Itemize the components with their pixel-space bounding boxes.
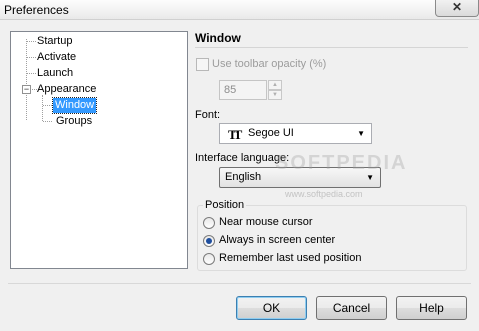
- tree-connector: [43, 105, 52, 106]
- font-select[interactable]: TT Segoe UI ▼: [219, 123, 372, 144]
- tree-item-startup[interactable]: Startup: [37, 34, 72, 49]
- radio-screen-center-label[interactable]: Always in screen center: [219, 234, 335, 246]
- toolbar-opacity-checkbox[interactable]: [196, 58, 209, 71]
- tree-item-appearance[interactable]: Appearance: [37, 82, 96, 97]
- close-icon: ✕: [451, 0, 463, 14]
- language-select-value: English: [225, 171, 262, 183]
- tree-item-groups[interactable]: Groups: [56, 114, 92, 129]
- tree-connector: [27, 57, 36, 58]
- cancel-button[interactable]: Cancel: [316, 296, 387, 320]
- tree-connector: [42, 95, 43, 121]
- tree-connector: [26, 39, 27, 120]
- ok-button[interactable]: OK: [236, 296, 307, 320]
- tree-item-window[interactable]: Window: [51, 97, 98, 114]
- minus-glyph: −: [23, 84, 30, 94]
- radio-remember-position[interactable]: [203, 253, 215, 265]
- font-icon: TT: [228, 127, 242, 142]
- spin-down-button[interactable]: ▼: [268, 90, 282, 100]
- collapse-icon[interactable]: −: [22, 85, 31, 94]
- chevron-up-icon: ▲: [272, 82, 278, 88]
- watermark-text: SOFTPEDIA: [275, 152, 408, 174]
- radio-remember-position-label[interactable]: Remember last used position: [219, 252, 361, 264]
- spin-up-button[interactable]: ▲: [268, 80, 282, 90]
- tree-item-launch[interactable]: Launch: [37, 66, 73, 81]
- font-label: Font:: [195, 109, 221, 121]
- help-button[interactable]: Help: [396, 296, 467, 320]
- radio-selected-dot: [206, 238, 212, 244]
- title-bar: Preferences ✕: [0, 0, 479, 20]
- tree-connector: [27, 73, 36, 74]
- tree-connector: [43, 121, 52, 122]
- toolbar-opacity-label: Use toolbar opacity (%): [212, 58, 327, 70]
- chevron-down-icon: ▼: [357, 129, 365, 138]
- radio-near-mouse-label[interactable]: Near mouse cursor: [219, 216, 313, 228]
- section-divider: [195, 47, 468, 48]
- watermark-url: www.softpedia.com: [285, 189, 363, 199]
- position-group-label: Position: [203, 199, 247, 211]
- chevron-down-icon: ▼: [272, 92, 278, 98]
- window-title: Preferences: [4, 3, 69, 17]
- close-button[interactable]: ✕: [435, 0, 479, 17]
- footer-divider: [8, 283, 471, 284]
- opacity-value-input[interactable]: 85: [219, 80, 267, 100]
- section-title: Window: [195, 31, 241, 45]
- navigation-tree[interactable]: − Startup Activate Launch Appearance Win…: [10, 31, 188, 269]
- tree-connector: [27, 41, 36, 42]
- tree-item-activate[interactable]: Activate: [37, 50, 76, 65]
- font-select-value: Segoe UI: [248, 127, 294, 139]
- radio-screen-center[interactable]: [203, 235, 215, 247]
- radio-near-mouse[interactable]: [203, 217, 215, 229]
